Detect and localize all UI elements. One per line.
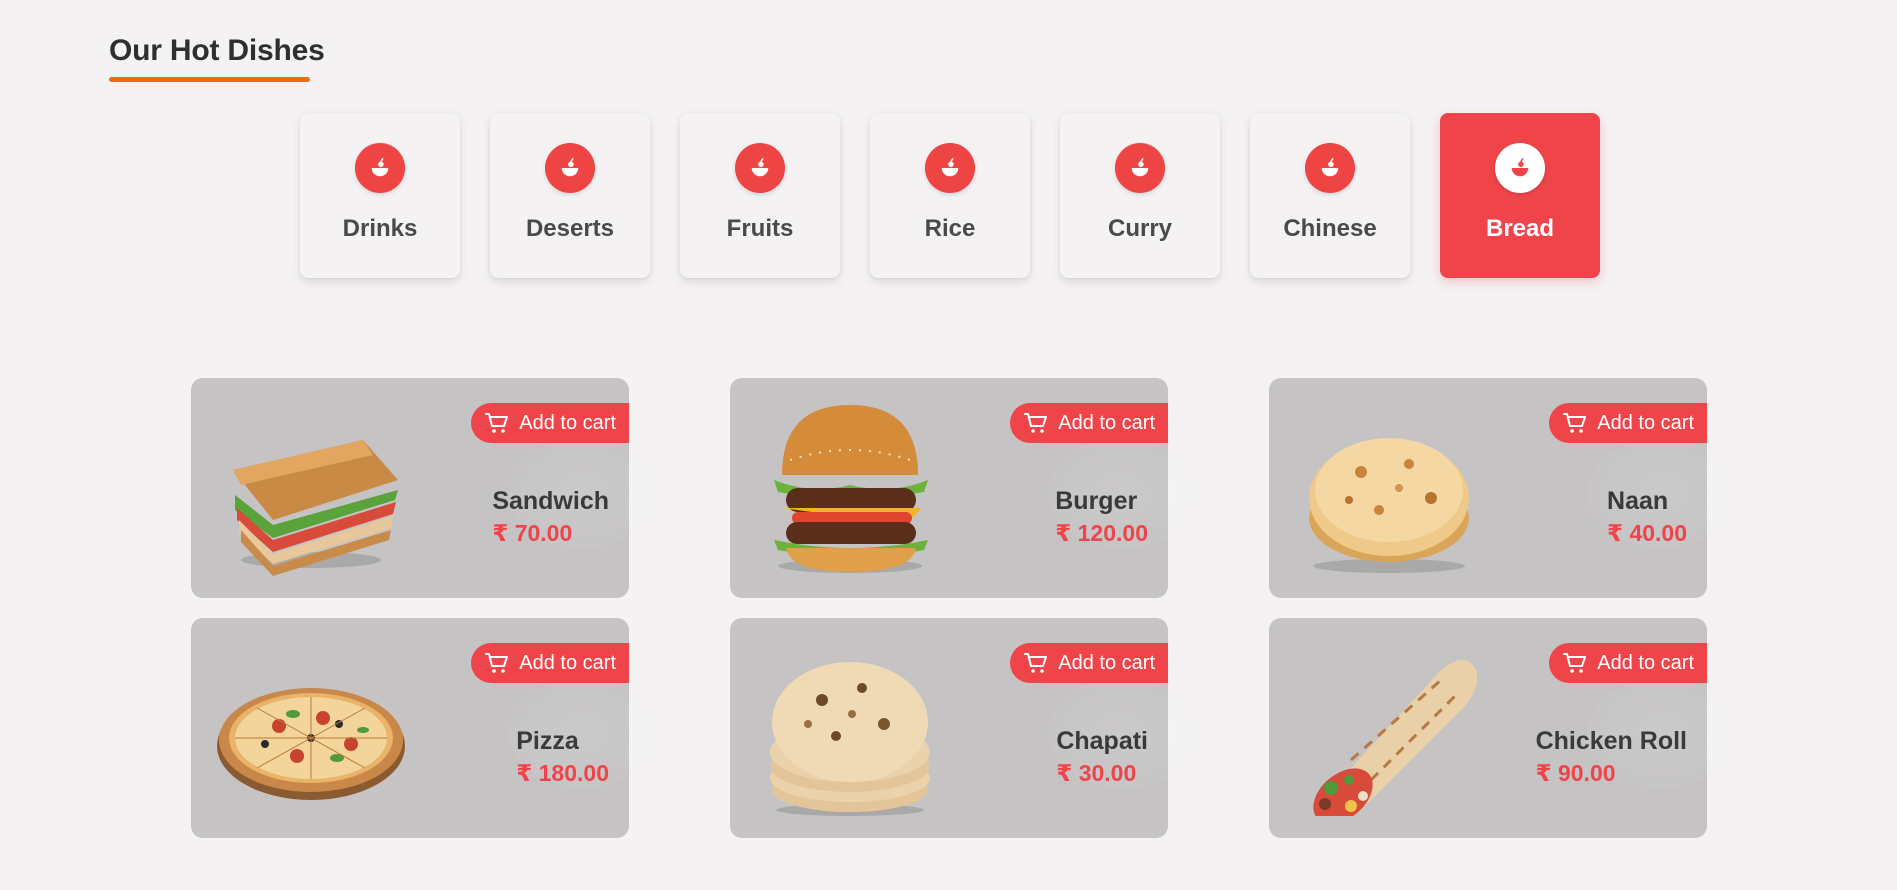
dish-info: Pizza ₹ 180.00 [516,726,609,790]
dish-card: Add to cart Chapati ₹ 30.00 [730,618,1198,838]
category-deserts[interactable]: Deserts [490,113,650,278]
title-underline [109,77,310,82]
category-chinese[interactable]: Chinese [1250,113,1410,278]
dish-card: Add to cart Sandwich ₹ 70.00 [191,378,659,598]
dish-info: Chicken Roll ₹ 90.00 [1536,726,1687,790]
category-rice[interactable]: Rice [870,113,1030,278]
dish-price: ₹ 180.00 [516,760,609,786]
dish-card: Add to cart Chicken Roll ₹ 90.00 [1269,618,1737,838]
food-bowl-icon [1115,143,1165,193]
cart-label: Add to cart [1058,411,1155,434]
dish-price: ₹ 90.00 [1535,760,1616,786]
dish-name: Sandwich [492,487,609,515]
section-title: Our Hot Dishes [109,34,325,67]
dish-name: Pizza [516,727,579,755]
dish-name: Burger [1055,487,1138,515]
dish-info: Chapati ₹ 30.00 [1056,726,1148,790]
cart-icon [485,413,509,433]
category-fruits[interactable]: Fruits [680,113,840,278]
add-to-cart-button[interactable]: Add to cart [1549,403,1707,443]
dish-info: Naan ₹ 40.00 [1607,486,1687,550]
food-bowl-icon [735,143,785,193]
cart-label: Add to cart [1597,651,1694,674]
dish-name: Chapati [1056,727,1148,755]
category-label: Fruits [726,215,794,242]
add-to-cart-button[interactable]: Add to cart [1010,403,1168,443]
add-to-cart-button[interactable]: Add to cart [1549,643,1707,683]
cart-icon [1563,413,1587,433]
cart-label: Add to cart [519,411,616,434]
dish-card: Add to cart Pizza ₹ 180.00 [191,618,659,838]
category-drinks[interactable]: Drinks [300,113,460,278]
dish-price: ₹ 30.00 [1056,760,1137,786]
dish-info: Burger ₹ 120.00 [1055,486,1148,550]
dish-price: ₹ 40.00 [1607,520,1687,546]
cart-icon [1024,653,1048,673]
dish-price: ₹ 120.00 [1055,520,1148,546]
burger-image [774,405,928,573]
cart-label: Add to cart [1597,411,1694,434]
chapati-image [770,662,930,816]
category-label: Rice [924,215,976,242]
food-bowl-icon [545,143,595,193]
add-to-cart-button[interactable]: Add to cart [471,643,629,683]
cart-icon [485,653,509,673]
category-label: Drinks [342,215,418,242]
dish-card: Add to cart Naan ₹ 40.00 [1269,378,1737,598]
naan-image [1309,438,1469,573]
category-label: Chinese [1283,215,1377,242]
food-bowl-icon [925,143,975,193]
category-label: Deserts [525,215,615,242]
dish-price: ₹ 70.00 [492,520,573,546]
dish-name: Naan [1607,487,1669,515]
pizza-image [217,688,405,800]
cart-icon [1563,653,1587,673]
cart-icon [1024,413,1048,433]
category-curry[interactable]: Curry [1060,113,1220,278]
category-label: Bread [1485,215,1555,242]
add-to-cart-button[interactable]: Add to cart [471,403,629,443]
chicken-roll-image [1313,660,1477,816]
dish-info: Sandwich ₹ 70.00 [492,486,609,550]
cart-label: Add to cart [1058,651,1155,674]
dish-name: Chicken Roll [1535,727,1687,755]
dish-grid: Add to cart Sandwich ₹ 70.00 Add to cart… [191,378,1737,838]
cart-label: Add to cart [519,651,616,674]
food-bowl-icon [1305,143,1355,193]
category-row: Drinks Deserts Fruits Rice Curry Chinese [300,113,1600,278]
category-bread[interactable]: Bread [1440,113,1600,278]
food-bowl-icon [355,143,405,193]
sandwich-image [233,440,398,576]
add-to-cart-button[interactable]: Add to cart [1010,643,1168,683]
dish-card: Add to cart Burger ₹ 120.00 [730,378,1198,598]
food-bowl-icon [1495,143,1545,193]
category-label: Curry [1107,215,1173,242]
